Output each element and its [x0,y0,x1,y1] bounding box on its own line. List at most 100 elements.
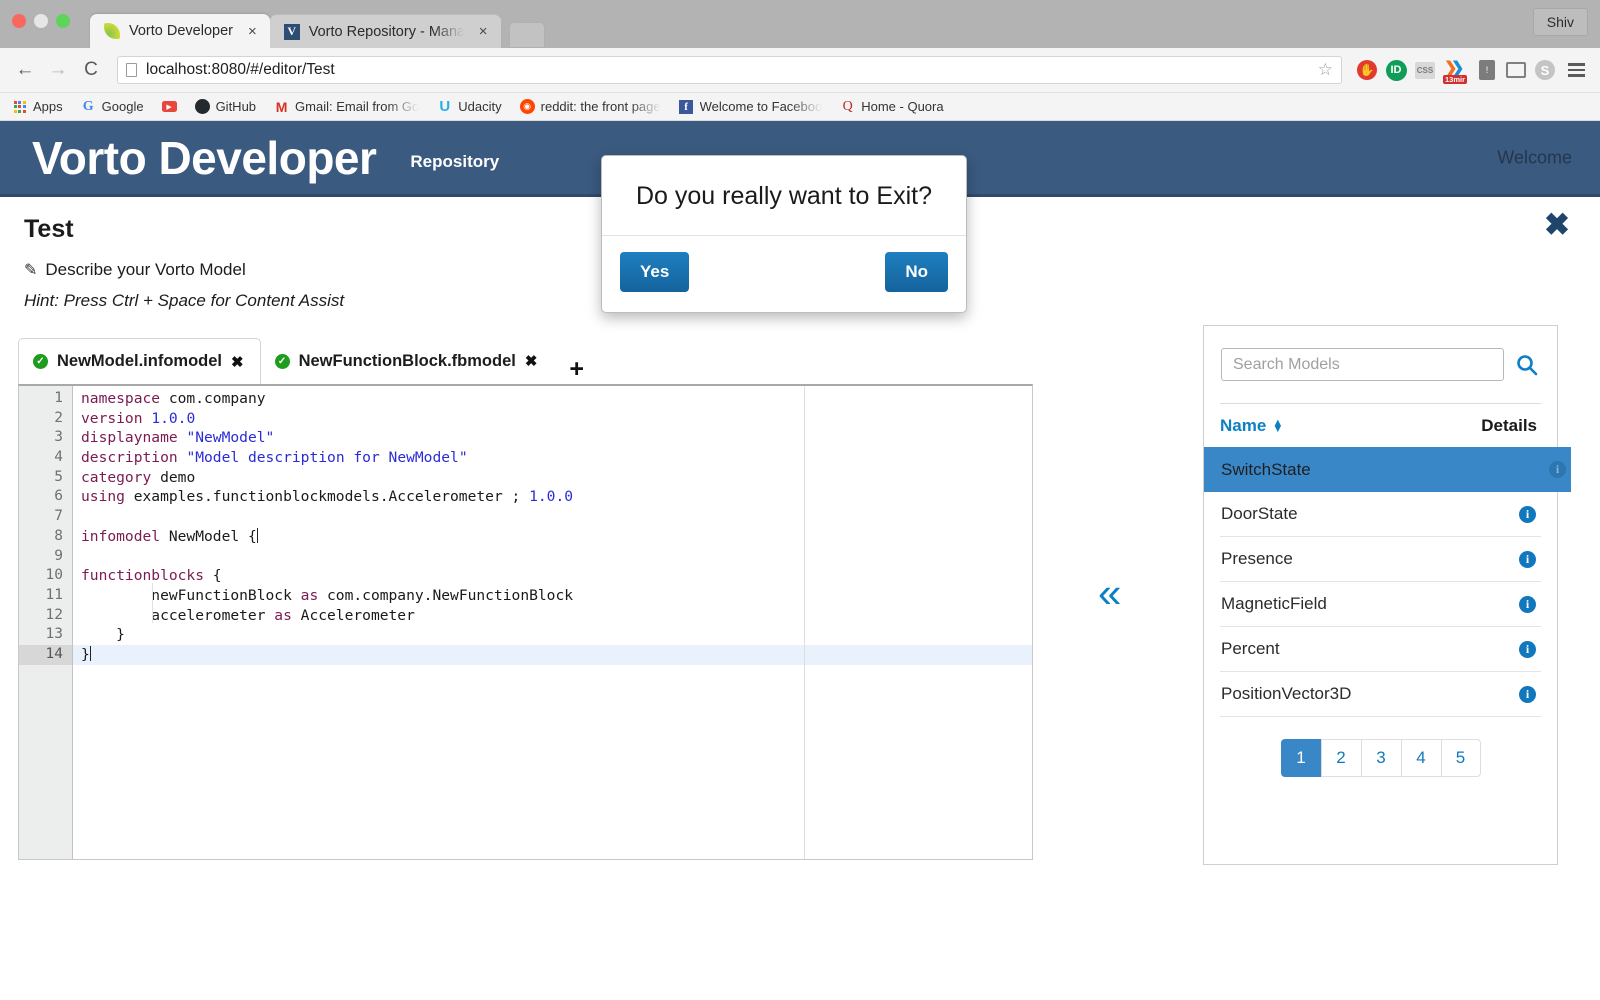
code-line[interactable]: functionblocks { [81,566,1032,586]
cast-icon[interactable] [1505,59,1527,81]
code-content[interactable]: namespace com.company version 1.0.0 displa… [73,386,1032,859]
bookmark-udacity[interactable]: U Udacity [437,98,501,115]
bookmark-reddit[interactable]: ◉ reddit: the front page [519,99,661,114]
table-row[interactable]: DoorState i [1220,492,1541,537]
bookmark-quora[interactable]: Q Home - Quora [840,99,944,115]
info-icon[interactable]: i [1549,461,1566,478]
window-traffic-lights[interactable] [12,14,70,28]
lastpass-icon[interactable]: ID [1385,59,1407,81]
forward-icon[interactable]: → [43,55,73,85]
bookmark-star-icon[interactable]: ☆ [1318,60,1333,80]
code-line[interactable]: displayname "NewModel" [81,428,1032,448]
describe-label: Describe your Vorto Model [45,260,246,279]
back-icon[interactable]: ← [10,55,40,85]
valid-check-icon: ✓ [274,353,290,369]
code-editor[interactable]: 1 2 3 4 5 6 7 8 9 10 11 12 13 14 namespace com.compan… [18,384,1033,860]
pagination: 12345 [1204,739,1557,777]
code-line[interactable]: infomodel NewModel { [81,527,1032,547]
bookmark-youtube[interactable]: ▶ [161,99,177,114]
editor-tab-close-icon[interactable]: ✖ [231,353,244,371]
maximize-window-button[interactable] [56,14,70,28]
column-header-name[interactable]: Name ▲ ▼ [1220,416,1481,436]
editor-region: ✓ NewModel.infomodel ✖ ✓ NewFunctionBloc… [18,338,1033,860]
address-bar[interactable]: localhost:8080/#/editor/Test ☆ [117,56,1342,84]
editor-tab-newfunctionblock-fbmodel[interactable]: ✓ NewFunctionBlock.fbmodel ✖ [260,338,554,384]
bookmark-label: Gmail: Email from Go [295,99,420,114]
css-icon[interactable]: CSS [1414,59,1436,81]
line-number: 8 [54,527,63,544]
code-line[interactable]: accelerometer as Accelerometer [81,606,1032,626]
code-line[interactable] [81,547,1032,567]
code-line[interactable]: } [81,625,1032,645]
bookmark-label: Home - Quora [861,99,944,114]
minimize-window-button[interactable] [34,14,48,28]
code-line[interactable] [81,507,1032,527]
pagination-page-4[interactable]: 4 [1400,739,1441,777]
info-icon[interactable]: i [1519,685,1536,703]
model-name: PositionVector3D [1221,684,1352,703]
add-editor-tab-button[interactable]: + [553,355,600,384]
editor-tab-newmodel-infomodel[interactable]: ✓ NewModel.infomodel ✖ [18,338,261,384]
new-tab-button[interactable] [508,22,545,48]
pagination-page-2[interactable]: 2 [1320,739,1361,777]
pagination-page-1[interactable]: 1 [1280,739,1321,777]
code-line[interactable]: description "Model description for NewMo… [81,448,1032,468]
tab-close-icon[interactable]: × [473,24,488,39]
bookmark-google[interactable]: G Google [81,99,144,115]
editor-tab-close-icon[interactable]: ✖ [525,352,538,370]
table-row[interactable]: PositionVector3D i [1220,672,1541,717]
code-line[interactable]: newFunctionBlock as com.company.NewFunct… [81,586,1032,606]
tab-title: Vorto Developer [129,23,233,39]
browser-tab-vorto-developer[interactable]: Vorto Developer × [90,14,270,48]
dialog-no-button[interactable]: No [885,252,948,292]
code-token: using [81,488,125,506]
dialog-yes-button[interactable]: Yes [620,252,690,292]
line-number: 14 [19,644,72,665]
search-input[interactable] [1221,348,1504,381]
bookmark-label: GitHub [215,99,257,114]
pagination-page-5[interactable]: 5 [1440,739,1481,777]
code-line[interactable]: using examples.functionblockmodels.Accel… [81,487,1032,507]
udacity-icon: U [439,98,451,115]
text-caret [89,645,91,661]
code-line[interactable]: category demo [81,468,1032,488]
table-row[interactable]: SwitchState i [1204,447,1571,492]
nav-item-repository[interactable]: Repository [410,144,499,172]
sort-toggle-icon[interactable]: ▲ ▼ [1272,417,1283,434]
skype-icon[interactable]: S [1534,59,1556,81]
code-token: } [81,645,90,663]
info-icon[interactable]: i [1519,550,1536,568]
code-token: examples.functionblockmodels.Acceleromet… [124,488,530,506]
adblock-icon[interactable]: ✋ [1356,59,1378,81]
info-icon[interactable]: i [1519,595,1536,613]
info-icon[interactable]: i [1519,640,1536,658]
bookmark-github[interactable]: GitHub [194,99,257,114]
pagination-page-3[interactable]: 3 [1360,739,1401,777]
table-row[interactable]: Presence i [1220,537,1541,582]
code-token: "NewModel" [186,429,275,447]
search-icon[interactable] [1514,352,1540,378]
line-number: 4 [54,449,63,466]
table-row[interactable]: Percent i [1220,627,1541,672]
browser-tab-vorto-repository[interactable]: V Vorto Repository - Manage × [269,14,501,48]
profile-button[interactable]: Shiv [1532,8,1588,36]
hamburger-menu-icon[interactable] [1563,63,1590,77]
close-window-button[interactable] [12,14,26,28]
bookmark-apps[interactable]: Apps [12,99,63,114]
line-number: 13 [45,626,63,643]
code-line[interactable]: version 1.0.0 [81,409,1032,429]
13mir-icon[interactable]: ❯ ❯ 13mir [1443,58,1469,84]
bookmark-gmail[interactable]: M Gmail: Email from Go [274,99,420,115]
bookmark-facebook[interactable]: f Welcome to Faceboo [679,99,822,114]
collapse-panel-icon[interactable]: « [1098,572,1122,614]
info-icon[interactable]: i [1519,505,1536,523]
battery-icon[interactable]: ! [1476,59,1498,81]
code-line[interactable]: namespace com.company [81,389,1032,409]
code-token: 1.0.0 [151,409,196,427]
close-icon[interactable]: ✖ [1544,209,1570,240]
code-line[interactable]: } [73,644,1032,665]
table-row[interactable]: MagneticField i [1220,582,1541,627]
reload-icon[interactable]: C [76,55,106,85]
tab-close-icon[interactable]: × [242,24,257,39]
pencil-edit-icon[interactable]: ✎ [24,260,37,280]
